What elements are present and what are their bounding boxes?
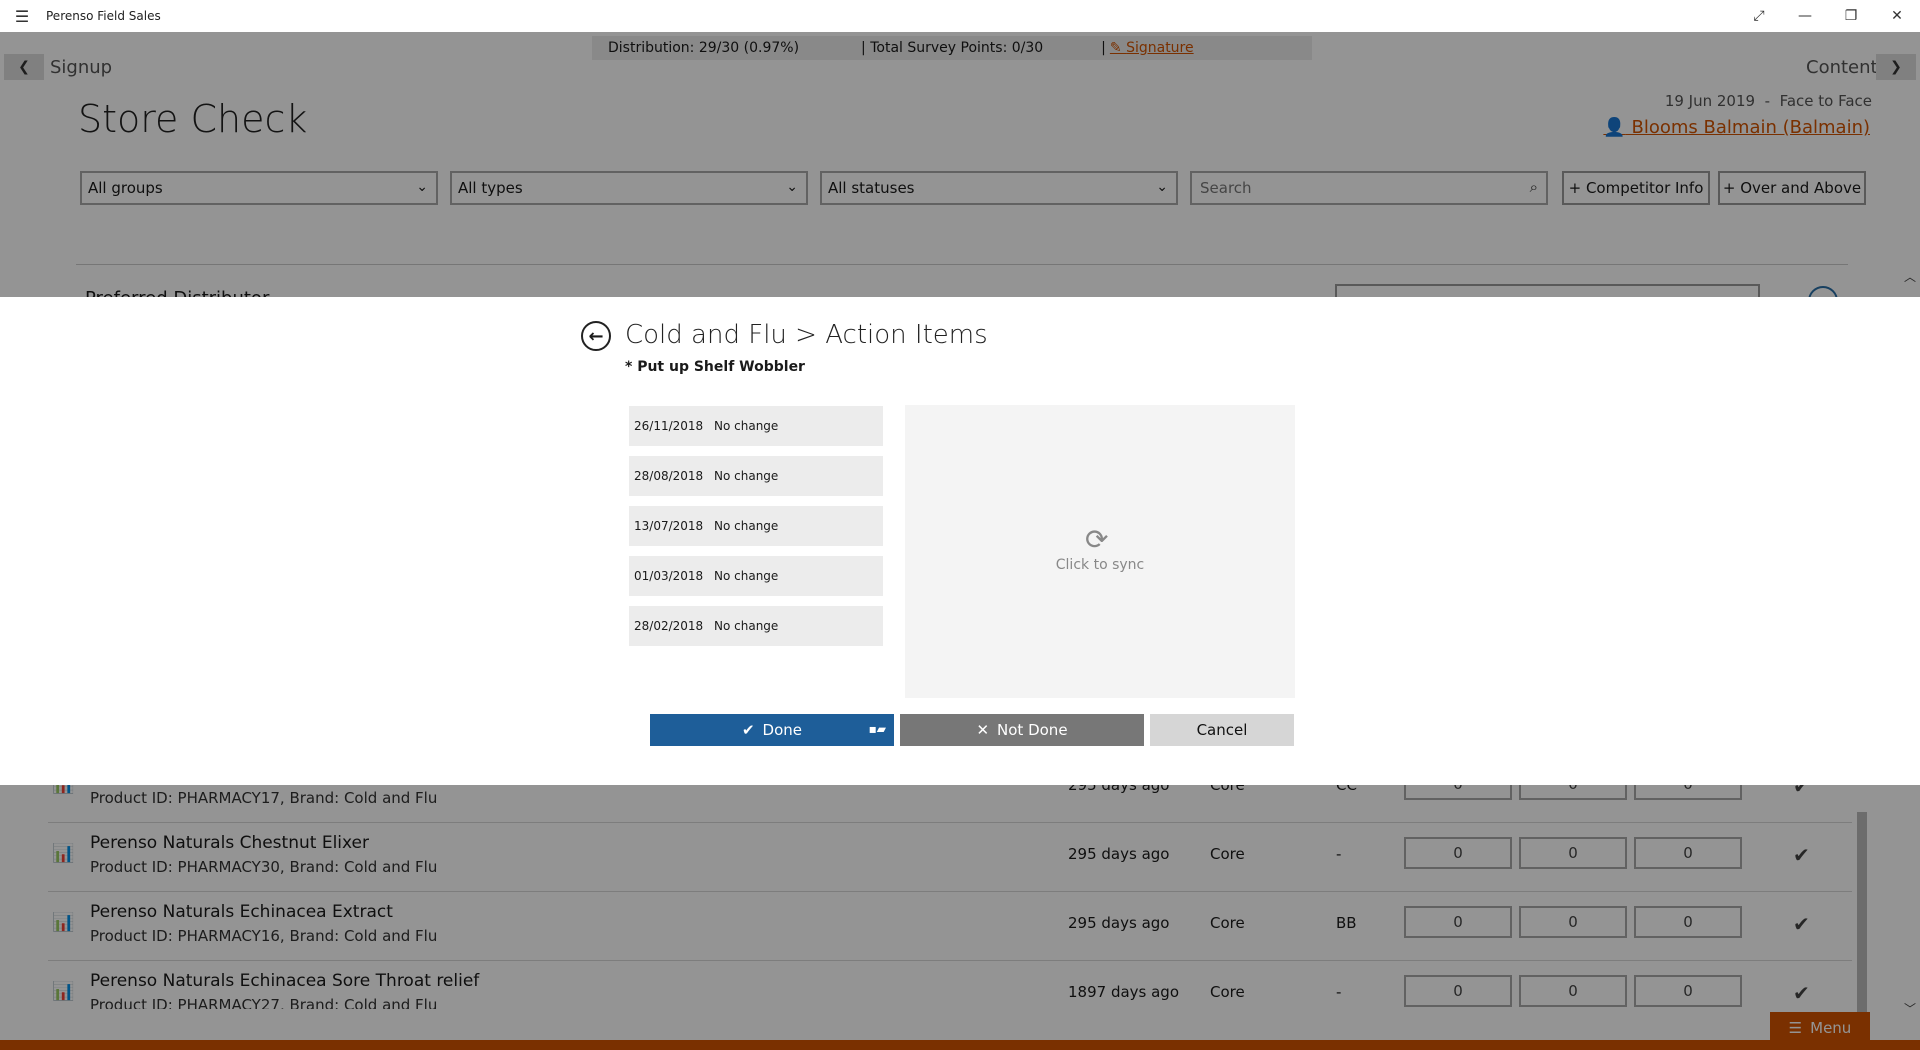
window-controls: ⤢ — ❐ ✕ [1736,0,1920,32]
hamburger-icon[interactable]: ☰ [0,0,44,32]
check-icon: ✔ [741,721,755,739]
dialog-title: Cold and Flu > Action Items [625,320,988,350]
done-button[interactable]: ✔ Done ▪▰ [650,714,894,746]
action-items-dialog: ← Cold and Flu > Action Items * Put up S… [0,297,1920,785]
history-date: 13/07/2018 [634,519,704,533]
history-date: 01/03/2018 [634,569,704,583]
close-icon[interactable]: ✕ [1874,0,1920,32]
history-item: 28/02/2018 No change [629,606,883,646]
cancel-button[interactable]: Cancel [1150,714,1294,746]
history-item: 28/08/2018 No change [629,456,883,496]
history-status: No change [714,619,779,633]
minimize-icon[interactable]: — [1782,0,1828,32]
camera-comment-icon[interactable]: ▪▰ [869,722,886,736]
title-bar: ☰ Perenso Field Sales ⤢ — ❐ ✕ [0,0,1920,32]
history-date: 26/11/2018 [634,419,704,433]
done-label: Done [762,721,803,739]
sync-icon: ⟳ [1085,523,1109,556]
restore-icon[interactable]: ❐ [1828,0,1874,32]
sync-hint: Click to sync [1055,557,1145,573]
history-item: 26/11/2018 No change [629,406,883,446]
not-done-button[interactable]: ✕ Not Done [900,714,1144,746]
photo-sync-area[interactable]: ⟳ Click to sync [905,405,1295,698]
back-arrow-icon[interactable]: ← [581,321,611,351]
history-status: No change [714,419,779,433]
history-item: 01/03/2018 No change [629,556,883,596]
history-item: 13/07/2018 No change [629,506,883,546]
x-icon: ✕ [976,721,990,739]
app-title: Perenso Field Sales [46,9,161,23]
history-status: No change [714,519,779,533]
action-item-text: * Put up Shelf Wobbler [625,359,805,375]
history-date: 28/08/2018 [634,469,704,483]
history-status: No change [714,469,779,483]
fullscreen-icon[interactable]: ⤢ [1736,0,1782,32]
history-status: No change [714,569,779,583]
history-date: 28/02/2018 [634,619,704,633]
not-done-label: Not Done [997,721,1068,739]
